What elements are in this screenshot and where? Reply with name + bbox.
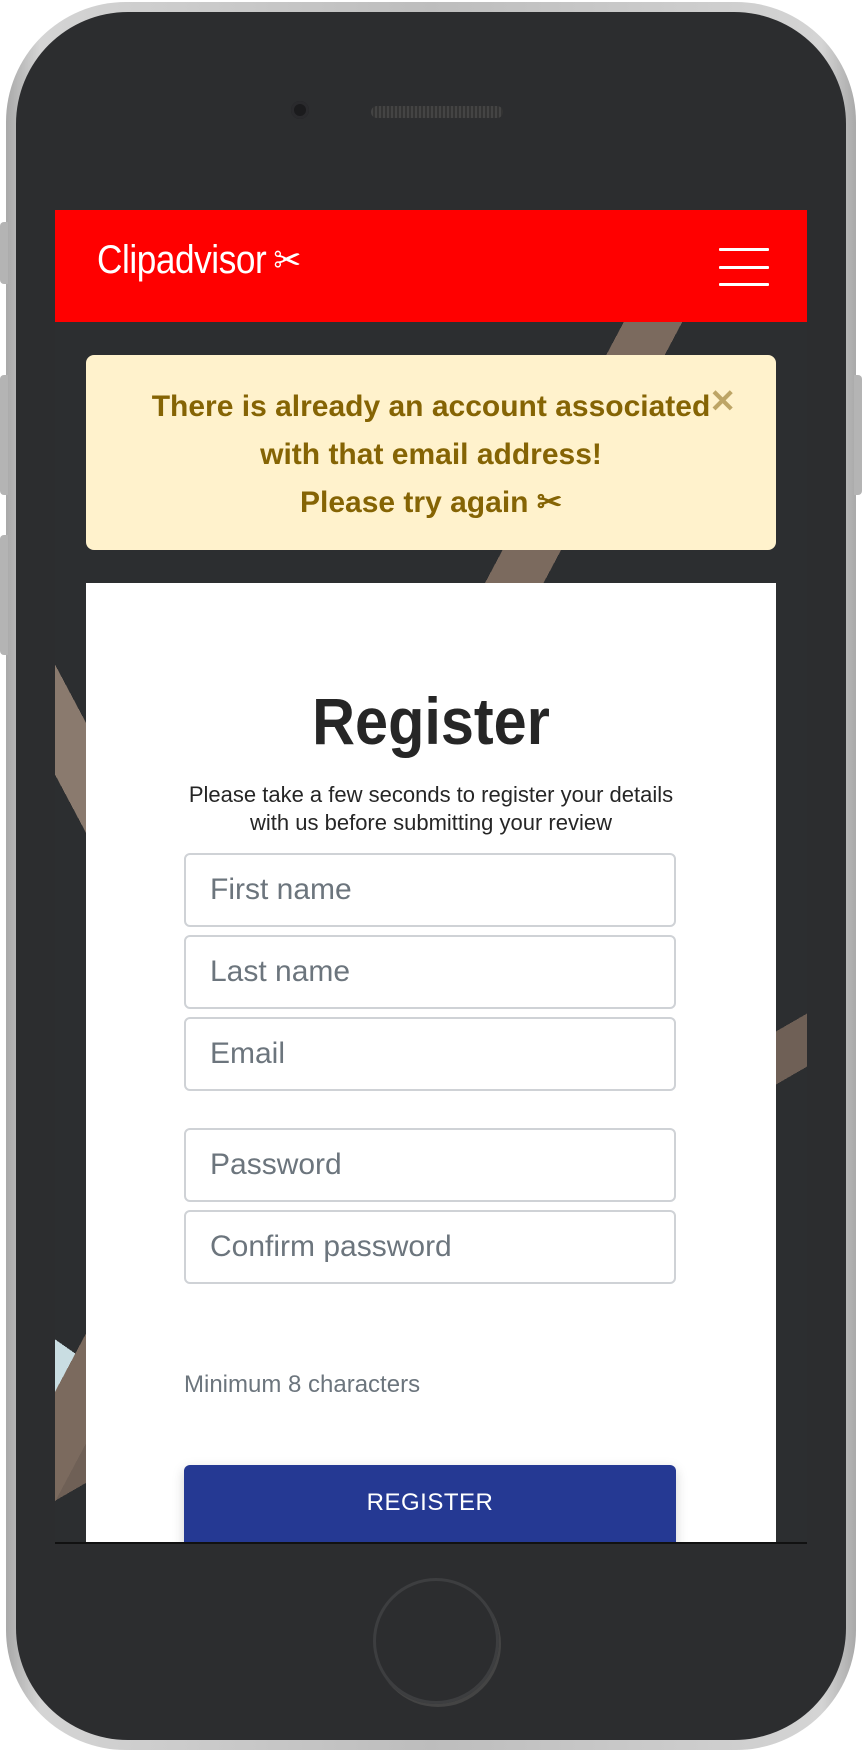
password-hint: Minimum 8 characters <box>184 1371 421 1398</box>
front-camera <box>291 101 309 119</box>
home-button[interactable] <box>373 1578 499 1704</box>
register-card: Register Please take a few seconds to re… <box>86 583 776 1544</box>
brand-name: Clipadvisor <box>97 238 267 282</box>
scissors-icon: ✂ <box>273 239 301 282</box>
hamburger-bar <box>719 265 769 269</box>
error-alert: ✕ There is already an account associated… <box>86 355 776 550</box>
register-button[interactable]: REGISTER <box>184 1465 676 1544</box>
confirm-password-input[interactable] <box>184 1210 676 1284</box>
scissors-icon: ✂ <box>536 486 562 519</box>
screen-edge <box>55 1542 807 1544</box>
volume-down-button <box>0 535 8 655</box>
page-subtitle: Please take a few seconds to register yo… <box>188 782 674 835</box>
page-title: Register <box>312 684 550 758</box>
earpiece-speaker <box>371 106 503 118</box>
hamburger-bar <box>719 283 769 286</box>
last-name-input[interactable] <box>184 935 676 1009</box>
mute-switch <box>0 222 8 284</box>
navbar: Clipadvisor ✂ <box>55 210 807 322</box>
email-input[interactable] <box>184 1017 676 1091</box>
hamburger-icon[interactable] <box>719 248 769 286</box>
screen: Clipadvisor ✂ ✕ There is already an acco… <box>55 210 807 1544</box>
password-input[interactable] <box>184 1128 676 1202</box>
power-button <box>854 375 862 495</box>
first-name-input[interactable] <box>184 853 676 927</box>
brand-logo[interactable]: Clipadvisor ✂ <box>97 238 301 283</box>
alert-line-1: There is already an account associated <box>151 390 711 423</box>
hamburger-bar <box>719 248 769 251</box>
alert-line-2: with that email address! <box>260 438 602 471</box>
close-icon[interactable]: ✕ <box>709 385 736 417</box>
volume-up-button <box>0 375 8 495</box>
alert-line-3-text: Please try again <box>300 486 529 519</box>
alert-line-3: Please try again ✂ <box>126 479 736 527</box>
